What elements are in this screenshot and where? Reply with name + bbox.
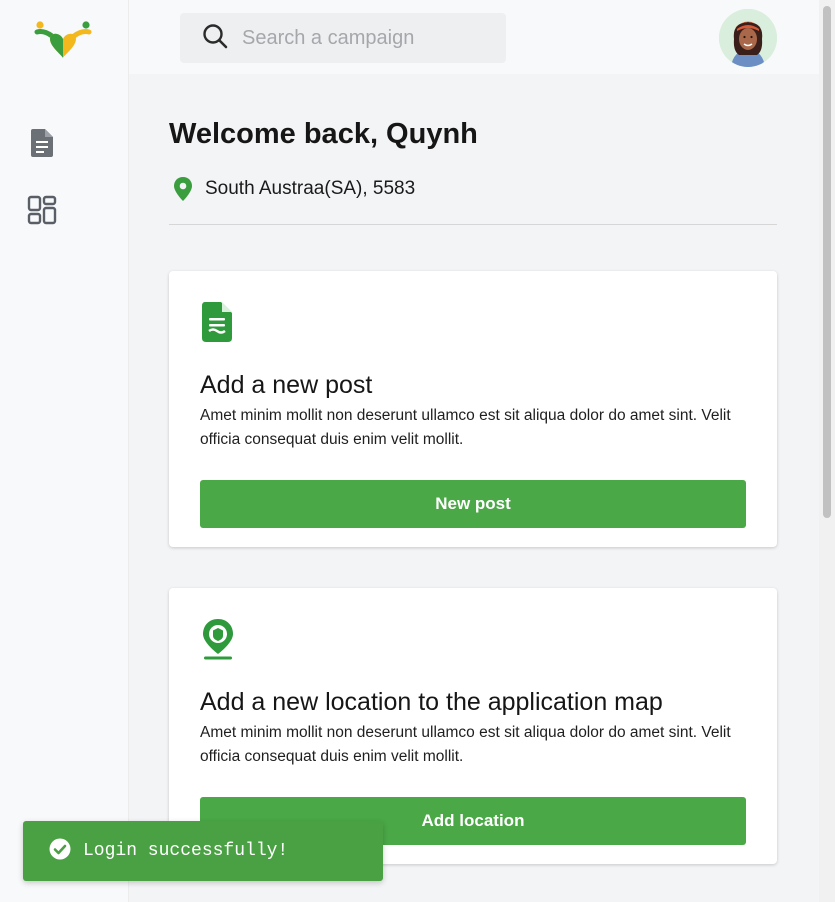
scrollbar-thumb[interactable] (823, 6, 831, 518)
new-post-button[interactable]: New post (200, 480, 746, 528)
scrollbar[interactable] (819, 0, 835, 902)
green-document-icon (201, 301, 233, 348)
sidebar-item-dashboard[interactable] (27, 195, 57, 230)
location-pin-icon (173, 176, 193, 202)
location-text: South Austraa(SA), 5583 (205, 178, 416, 199)
map-pin-icon (201, 618, 235, 665)
main-content: Welcome back, Quynh South Austraa(SA), 5… (129, 74, 819, 902)
document-icon (30, 128, 54, 163)
toast-message: Login successfully! (83, 841, 289, 861)
card-description: Amet minim mollit non deserunt ullamco e… (200, 407, 731, 448)
check-circle-icon (49, 838, 71, 865)
search-icon (202, 23, 228, 54)
top-bar (129, 0, 819, 74)
sidebar (0, 0, 129, 902)
toast-notification: Login successfully! (23, 821, 383, 881)
card-new-post: Add a new post Amet minim mollit non des… (169, 271, 777, 547)
card-title: Add a new post (200, 371, 373, 399)
avatar[interactable] (719, 9, 777, 67)
card-description: Amet minim mollit non deserunt ullamco e… (200, 724, 731, 765)
divider (169, 224, 777, 225)
app-root: Welcome back, Quynh South Austraa(SA), 5… (0, 0, 835, 902)
user-location: South Austraa(SA), 5583 (173, 176, 415, 202)
dashboard-icon (27, 195, 57, 230)
card-title: Add a new location to the application ma… (200, 688, 663, 716)
page-title: Welcome back, Quynh (169, 118, 478, 150)
search-input[interactable] (242, 26, 482, 50)
sidebar-item-documents[interactable] (27, 128, 57, 163)
search-bar[interactable] (180, 13, 506, 63)
logo-icon[interactable] (34, 20, 92, 62)
